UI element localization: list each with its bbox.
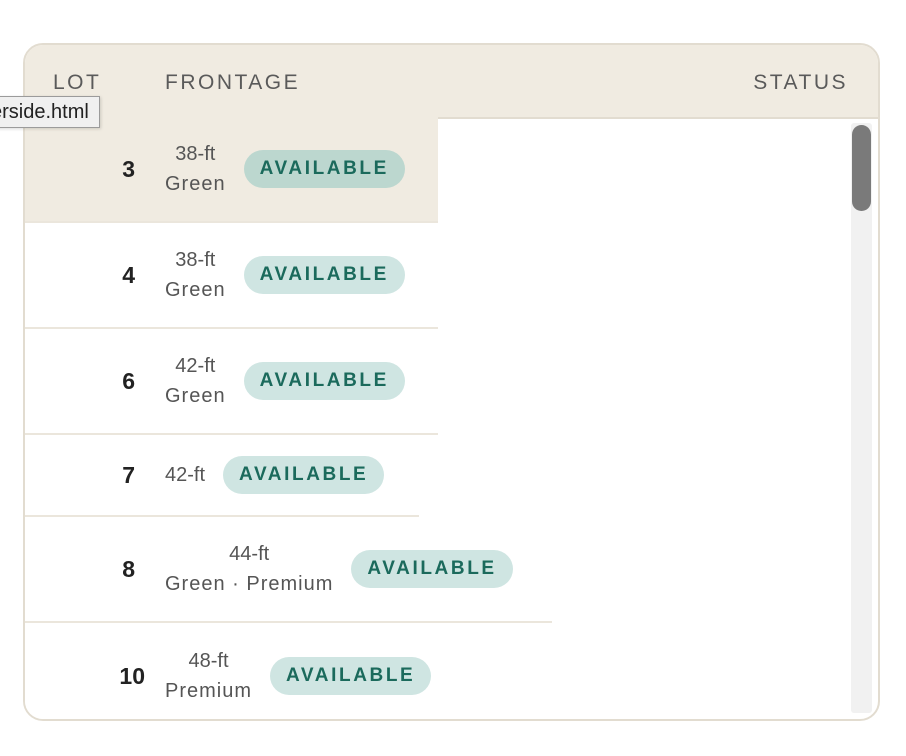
frontage-cell: 44-ft Green · Premium <box>165 539 333 599</box>
status-badge: AVAILABLE <box>351 550 513 588</box>
lot-number: 4 <box>122 261 135 288</box>
status-badge: AVAILABLE <box>243 362 405 400</box>
table-row[interactable]: 6 42-ft Green AVAILABLE <box>25 329 438 435</box>
frontage-description: Green <box>165 385 226 407</box>
frontage-cell: 48-ft Premium <box>165 646 252 706</box>
frontage-cell: 38-ft Green <box>165 245 226 305</box>
vertical-scrollbar[interactable] <box>851 123 872 713</box>
table-row[interactable]: 8 44-ft Green · Premium AVAILABLE <box>25 517 552 623</box>
lot-number: 8 <box>122 555 135 582</box>
link-tooltip: erside.html <box>0 96 100 128</box>
frontage-description: Green · Premium <box>165 573 334 595</box>
column-header-status[interactable]: STATUS <box>753 71 848 95</box>
table-header: LOT FRONTAGE STATUS <box>25 45 878 119</box>
frontage-description: Green <box>165 279 226 301</box>
column-header-lot[interactable]: LOT <box>53 71 101 95</box>
table-body: 3 38-ft Green AVAILABLE 4 38-ft Green AV… <box>25 117 878 719</box>
frontage-description: Green <box>165 173 226 195</box>
frontage-size: 44-ft <box>229 543 270 565</box>
frontage-size: 42-ft <box>165 464 206 486</box>
table-row[interactable]: 10 48-ft Premium AVAILABLE <box>25 623 465 719</box>
frontage-size: 38-ft <box>175 249 216 271</box>
status-badge: AVAILABLE <box>243 256 405 294</box>
status-badge: AVAILABLE <box>243 150 405 188</box>
lot-number: 6 <box>122 367 135 394</box>
lots-table-panel: LOT FRONTAGE STATUS 3 38-ft Green AVAILA… <box>23 43 880 721</box>
table-row[interactable]: 3 38-ft Green AVAILABLE <box>25 117 438 223</box>
frontage-size: 38-ft <box>175 143 216 165</box>
frontage-size: 48-ft <box>188 650 229 672</box>
column-header-frontage[interactable]: FRONTAGE <box>165 71 300 95</box>
status-badge: AVAILABLE <box>270 657 432 695</box>
table-row[interactable]: 4 38-ft Green AVAILABLE <box>25 223 438 329</box>
status-badge: AVAILABLE <box>223 456 385 494</box>
scrollbar-thumb[interactable] <box>852 125 871 211</box>
frontage-cell: 42-ft Green <box>165 351 226 411</box>
frontage-cell: 42-ft <box>165 460 205 490</box>
frontage-description: Premium <box>165 680 253 702</box>
lot-number: 10 <box>119 662 145 689</box>
frontage-size: 42-ft <box>175 355 216 377</box>
table-row[interactable]: 7 42-ft AVAILABLE <box>25 435 419 517</box>
frontage-cell: 38-ft Green <box>165 139 226 199</box>
lot-number: 7 <box>122 461 135 488</box>
lot-number: 3 <box>122 155 135 182</box>
